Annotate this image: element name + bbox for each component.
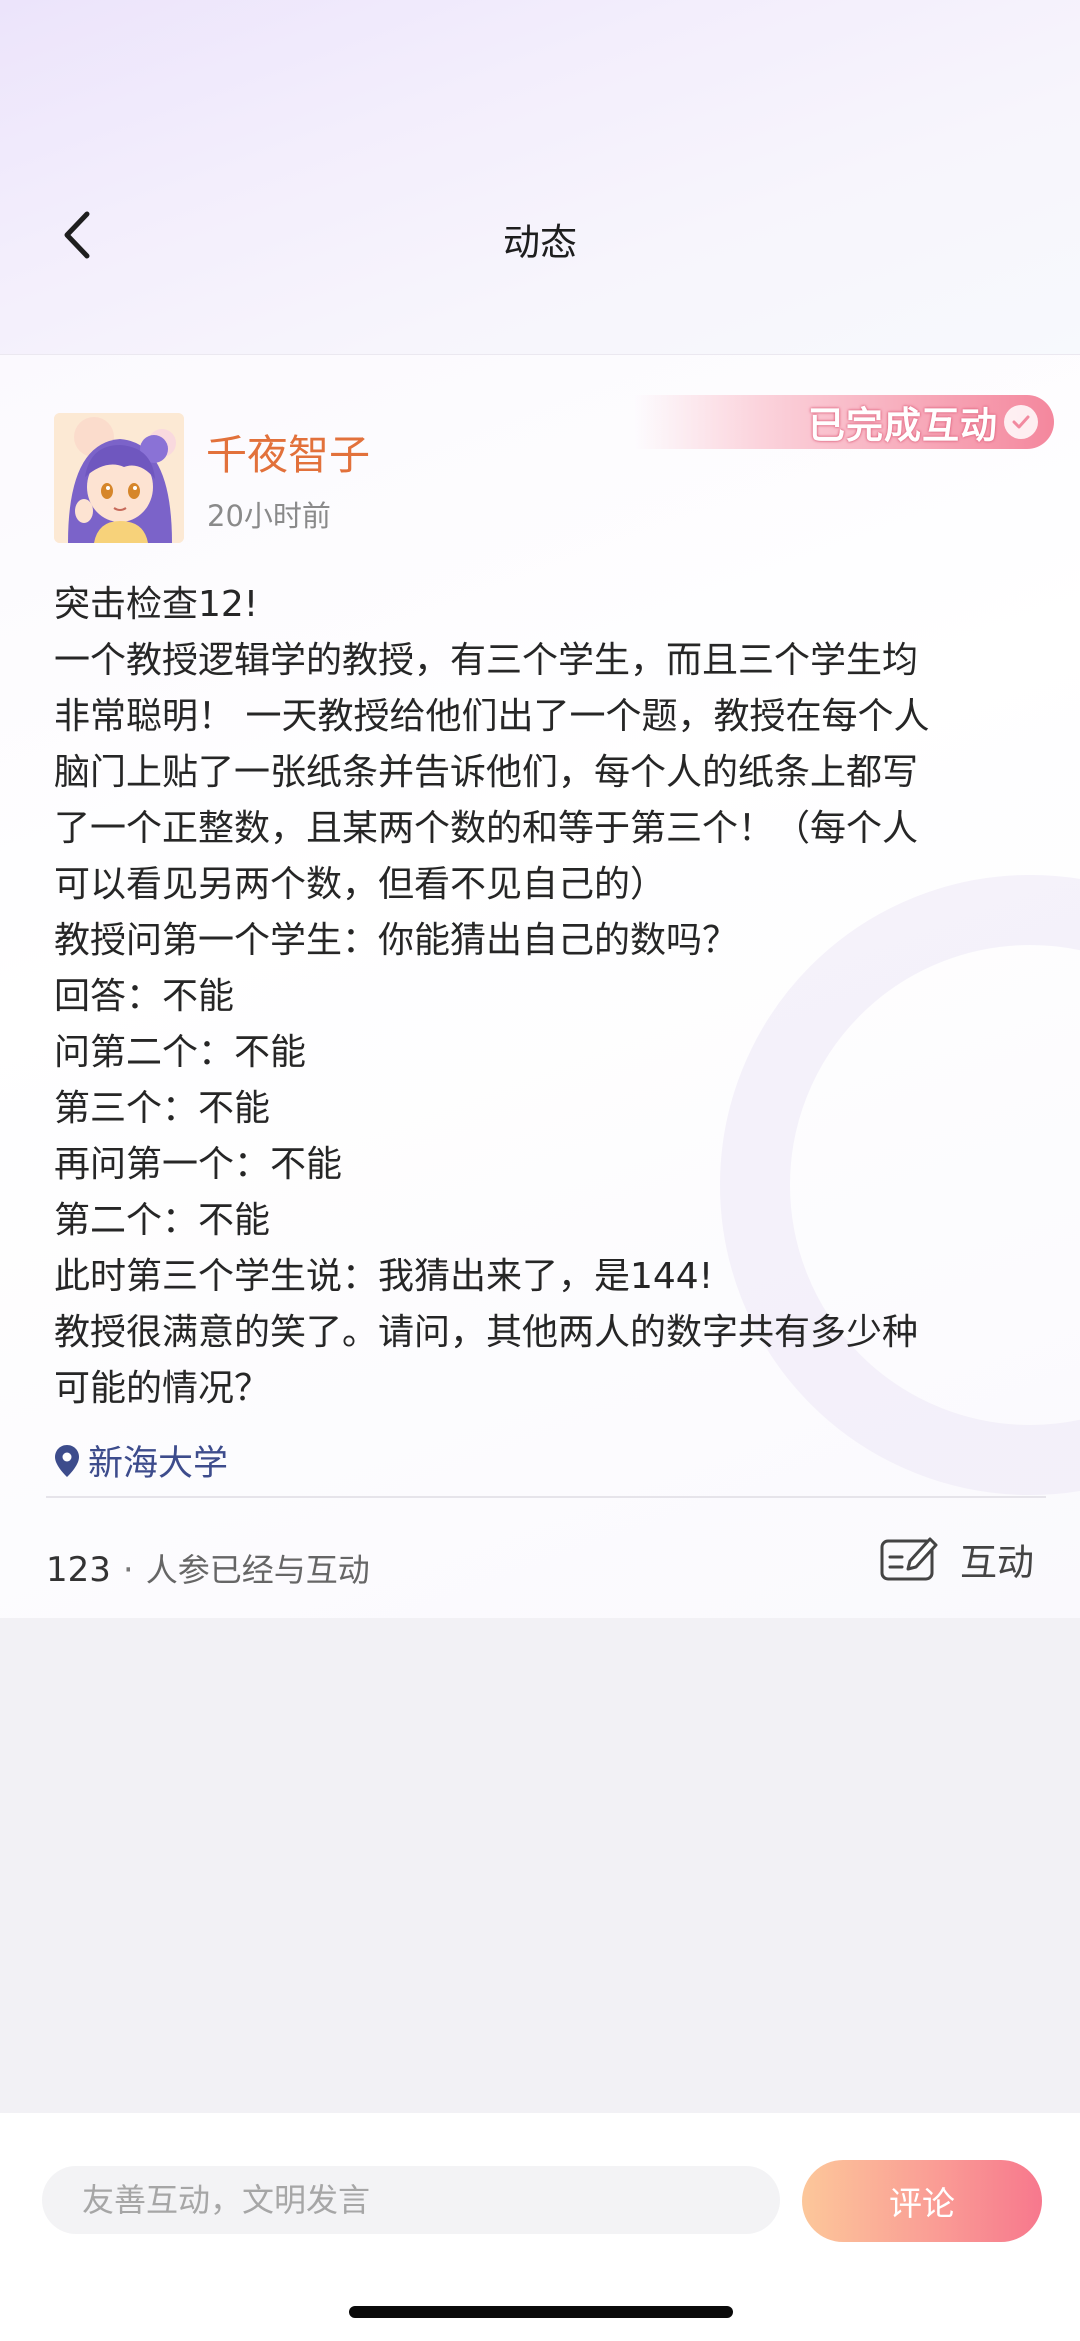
completed-interaction-badge: 已完成互动 [634, 395, 1054, 449]
post-time: 20小时前 [207, 499, 331, 533]
edit-card-icon [880, 1537, 938, 1581]
post-line: 回答：不能 [54, 976, 235, 1017]
check-circle-icon [1004, 405, 1038, 439]
avatar[interactable] [54, 413, 184, 543]
interact-label: 互动 [960, 1541, 1034, 1584]
post-line: 教授很满意的笑了。请问，其他两人的数字共有多少种 [54, 1312, 919, 1353]
post-line: 可能的情况？ [54, 1368, 271, 1409]
post-line: 问第二个：不能 [54, 1032, 307, 1073]
post-line: 可以看见另两个数，但看不见自己的） [54, 864, 667, 905]
card-divider [46, 1496, 1046, 1498]
post-line: 突击检查12! [54, 584, 259, 625]
post-line: 第三个：不能 [54, 1088, 271, 1129]
location-label: 新海大学 [88, 1444, 229, 1484]
header-background [0, 0, 1080, 355]
post-line: 脑门上贴了一张纸条并告诉他们，每个人的纸条上都写 [54, 752, 919, 793]
post-detail-screen: 动态 千夜智子 20小时前 已完成互动 突击检查12! 一个教授逻辑学的教授，有… [0, 0, 1080, 2341]
post-line: 了一个正整数，且某两个数的和等于第三个！（每个人 [54, 808, 919, 849]
username[interactable]: 千夜智子 [206, 421, 370, 481]
post-line: 一个教授逻辑学的教授，有三个学生，而且三个学生均 [54, 640, 919, 681]
post-line: 非常聪明！ 一天教授给他们出了一个题，教授在每个人 [54, 696, 930, 737]
interaction-count: 123 · 人参已经与互动 [46, 1545, 370, 1591]
location-pin-icon [55, 1444, 79, 1477]
nav-bar: 动态 [0, 180, 1080, 290]
home-indicator [349, 2306, 733, 2318]
comment-submit-button[interactable]: 评论 [802, 2160, 1042, 2242]
interact-button[interactable]: 互动 [880, 1532, 1034, 1586]
interaction-count-label: 人参已经与互动 [145, 1551, 370, 1589]
separator-dot: · [122, 1550, 134, 1590]
post-line: 再问第一个：不能 [54, 1144, 343, 1185]
avatar-illustration [54, 413, 184, 543]
post-line: 教授问第一个学生：你能猜出自己的数吗？ [54, 920, 739, 961]
post-card: 千夜智子 20小时前 已完成互动 突击检查12! 一个教授逻辑学的教授，有三个学… [0, 355, 1080, 1618]
post-content: 突击检查12! 一个教授逻辑学的教授，有三个学生，而且三个学生均 非常聪明！ 一… [54, 577, 1034, 1417]
post-line: 第二个：不能 [54, 1200, 271, 1241]
location-tag[interactable]: 新海大学 [54, 1435, 228, 1486]
badge-label: 已完成互动 [808, 403, 998, 447]
page-title: 动态 [503, 221, 577, 264]
post-line: 此时第三个学生说：我猜出来了，是144! [54, 1256, 714, 1297]
interaction-count-number: 123 [46, 1550, 111, 1590]
comment-input[interactable] [42, 2166, 780, 2234]
comment-bar: 评论 [0, 2113, 1080, 2341]
